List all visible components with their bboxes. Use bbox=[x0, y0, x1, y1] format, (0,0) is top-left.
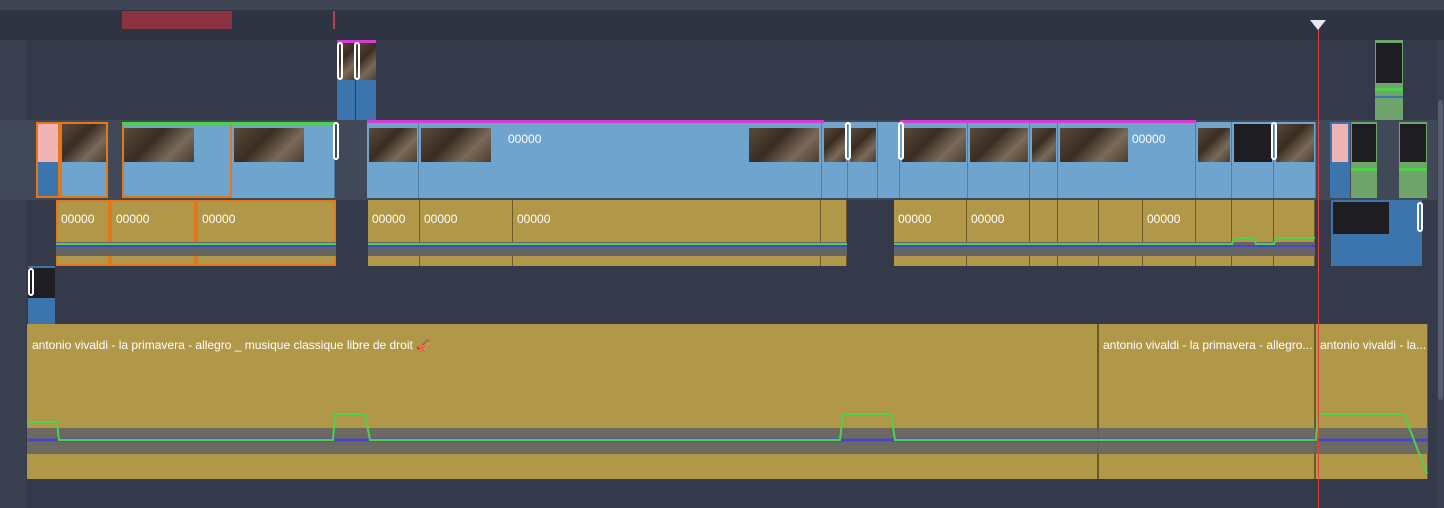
trim-handle[interactable] bbox=[1271, 122, 1277, 160]
clip-label: 00000 bbox=[1132, 132, 1166, 146]
track-main-video: 00000 00000 bbox=[0, 120, 1437, 200]
clip-thumbnail bbox=[850, 128, 876, 162]
clip-label: 00000 bbox=[424, 212, 458, 226]
toolbar-strip bbox=[0, 0, 1444, 10]
video-clip[interactable] bbox=[60, 122, 108, 198]
clip-thumbnail bbox=[824, 128, 846, 162]
clip-thumbnail bbox=[234, 128, 304, 162]
clip-label: 00000 bbox=[971, 212, 1005, 226]
clip-label: 00000 bbox=[1147, 212, 1181, 226]
clip-thumbnail bbox=[38, 124, 58, 162]
audio-waveform bbox=[56, 242, 336, 256]
clip-thumbnail bbox=[1352, 124, 1376, 162]
clip-label: 00000 bbox=[898, 212, 932, 226]
video-clip[interactable] bbox=[36, 122, 60, 198]
music-clip-title: antonio vivaldi - la primavera - allegro… bbox=[32, 338, 432, 352]
clip-label: 00000 bbox=[116, 212, 150, 226]
music-clip-title: antonio vivaldi - la... bbox=[1320, 338, 1427, 352]
video-clip[interactable] bbox=[1399, 122, 1427, 198]
volume-line bbox=[122, 122, 335, 125]
clip-thumbnail bbox=[749, 128, 819, 162]
video-clip[interactable] bbox=[848, 122, 878, 198]
clip-effect-bar bbox=[367, 120, 824, 123]
range-selection[interactable] bbox=[122, 11, 232, 29]
video-clip[interactable] bbox=[900, 122, 968, 198]
video-clip[interactable] bbox=[1196, 122, 1232, 198]
video-clip[interactable] bbox=[1030, 122, 1058, 198]
clip-thumbnail bbox=[1060, 128, 1128, 162]
music-waveform bbox=[27, 413, 1428, 475]
clip-effect-bar bbox=[900, 120, 1196, 123]
clip-thumbnail bbox=[1400, 124, 1426, 162]
scrollbar-thumb[interactable] bbox=[1438, 100, 1443, 400]
music-clip-title: antonio vivaldi - la primavera - allegro… bbox=[1103, 338, 1313, 352]
volume-line bbox=[1351, 168, 1377, 171]
audio-waveform bbox=[368, 242, 847, 256]
video-clip[interactable] bbox=[1232, 122, 1274, 198]
clip-thumbnail bbox=[421, 128, 491, 162]
track-video-audio: 00000 00000 00000 00000 00000 00000 0000… bbox=[26, 200, 1437, 266]
overlay-clip-c[interactable] bbox=[1375, 40, 1403, 120]
track-overlay-2 bbox=[26, 266, 1437, 324]
video-clip[interactable] bbox=[1274, 122, 1316, 198]
playhead-line[interactable] bbox=[1318, 20, 1319, 508]
timeline-ruler[interactable] bbox=[0, 10, 1444, 40]
trim-handle[interactable] bbox=[333, 122, 339, 160]
clip-thumbnail bbox=[1276, 124, 1314, 162]
track-overlay-1 bbox=[26, 40, 1437, 120]
trim-handle[interactable] bbox=[1417, 202, 1423, 232]
video-clip-selected[interactable] bbox=[1331, 200, 1422, 266]
clip-label: 00000 bbox=[372, 212, 406, 226]
range-marker[interactable] bbox=[333, 11, 335, 29]
track-header-column bbox=[0, 40, 26, 508]
audio-waveform bbox=[894, 237, 1315, 256]
clip-thumbnail bbox=[902, 128, 966, 162]
clip-thumbnail bbox=[1234, 124, 1272, 162]
clip-thumbnail bbox=[1376, 43, 1402, 83]
volume-line bbox=[1399, 168, 1427, 171]
clip-thumbnail bbox=[1032, 128, 1056, 162]
video-clip[interactable] bbox=[968, 122, 1030, 198]
trim-handle[interactable] bbox=[28, 268, 34, 296]
video-clip[interactable]: 00000 bbox=[419, 122, 822, 198]
clip-thumbnail bbox=[970, 128, 1028, 162]
playhead-marker[interactable] bbox=[1310, 20, 1326, 30]
clip-label: 00000 bbox=[508, 132, 542, 146]
clip-label: 00000 bbox=[61, 212, 95, 226]
track-music: antonio vivaldi - la primavera - allegro… bbox=[26, 324, 1437, 508]
video-clip[interactable] bbox=[232, 122, 335, 198]
video-clip[interactable] bbox=[1351, 122, 1377, 198]
clip-thumbnail bbox=[124, 128, 194, 162]
video-clip[interactable] bbox=[1330, 122, 1350, 198]
trim-handle[interactable] bbox=[337, 42, 343, 80]
clip-thumbnail bbox=[1198, 128, 1230, 162]
clip-thumbnail bbox=[369, 128, 417, 162]
trim-handle[interactable] bbox=[354, 42, 360, 80]
trim-handle[interactable] bbox=[898, 122, 904, 160]
clip-divider bbox=[1375, 96, 1403, 98]
volume-line bbox=[1375, 88, 1403, 91]
clip-thumbnail bbox=[62, 124, 106, 162]
clip-thumbnail bbox=[1332, 124, 1348, 162]
clip-label: 00000 bbox=[517, 212, 551, 226]
clip-thumbnail bbox=[1333, 202, 1389, 234]
video-clip[interactable]: 00000 bbox=[1058, 122, 1196, 198]
clip-label: 00000 bbox=[202, 212, 236, 226]
trim-handle[interactable] bbox=[845, 122, 851, 160]
video-clip[interactable] bbox=[122, 122, 232, 198]
video-clip[interactable] bbox=[367, 122, 419, 198]
video-clip[interactable] bbox=[878, 122, 900, 198]
